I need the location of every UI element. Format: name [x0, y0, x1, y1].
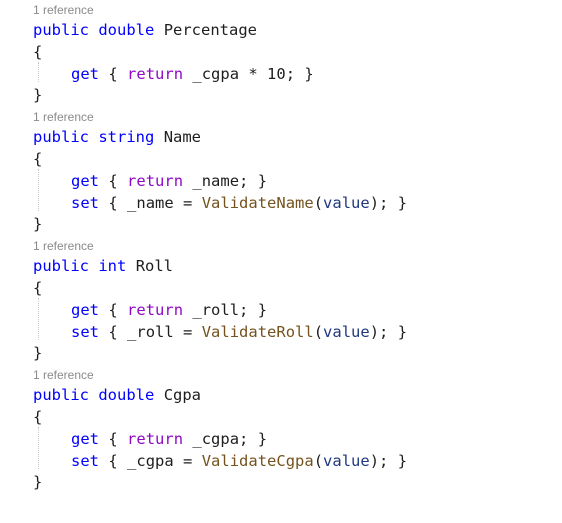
field-assignment: _roll =: [127, 323, 193, 341]
code-line-open-brace: {: [33, 150, 43, 168]
return-keyword: return: [127, 301, 184, 319]
brace: {: [108, 65, 118, 83]
value-parameter: value: [323, 194, 370, 212]
return-keyword: return: [127, 430, 184, 448]
code-line-open-brace: {: [33, 279, 43, 297]
paren: (: [313, 194, 324, 212]
brace: }: [257, 172, 268, 190]
method-name: ValidateCgpa: [201, 452, 314, 470]
codelens-references[interactable]: 1 reference: [33, 110, 94, 124]
code-line-close-brace: }: [33, 215, 43, 233]
indent-guide: [38, 62, 39, 82]
brace: {: [108, 452, 118, 470]
code-line-property-declaration: public string Name: [33, 126, 201, 148]
expression: _roll;: [192, 301, 249, 319]
code-line-close-brace: }: [33, 86, 43, 104]
expression: _cgpa;: [192, 430, 249, 448]
paren: (: [313, 323, 324, 341]
return-keyword: return: [127, 172, 184, 190]
code-line-setter: set { _cgpa = ValidateCgpa(value); }: [71, 450, 407, 472]
indent-guide: [38, 169, 39, 211]
code-line-property-declaration: public int Roll: [33, 255, 173, 277]
code-line-setter: set { _roll = ValidateRoll(value); }: [71, 321, 407, 343]
expression: _cgpa * 10;: [192, 65, 296, 83]
code-line-close-brace: }: [33, 473, 43, 491]
brace: {: [108, 172, 118, 190]
type-keyword: double: [98, 386, 155, 404]
property-name: Roll: [135, 257, 174, 275]
value-parameter: value: [323, 452, 370, 470]
brace: }: [304, 65, 314, 83]
value-parameter: value: [323, 323, 370, 341]
get-keyword: get: [71, 172, 99, 190]
codelens-references[interactable]: 1 reference: [33, 368, 94, 382]
brace: {: [108, 430, 118, 448]
paren: (: [313, 452, 324, 470]
property-name: Percentage: [163, 21, 258, 39]
brace: }: [397, 194, 408, 212]
keyword: public: [33, 21, 89, 39]
code-line-setter: set { _name = ValidateName(value); }: [71, 192, 407, 214]
method-name: ValidateRoll: [201, 323, 314, 341]
field-assignment: _cgpa =: [127, 452, 193, 470]
brace: }: [257, 430, 268, 448]
type-keyword: string: [98, 128, 155, 146]
keyword: public: [33, 257, 89, 275]
brace: }: [397, 323, 408, 341]
paren: );: [369, 452, 389, 470]
expression: _name;: [192, 172, 249, 190]
codelens-references[interactable]: 1 reference: [33, 239, 94, 253]
indent-guide: [38, 298, 39, 340]
method-name: ValidateName: [201, 194, 314, 212]
code-line-open-brace: {: [33, 43, 43, 61]
code-line-open-brace: {: [33, 408, 43, 426]
property-name: Name: [163, 128, 202, 146]
brace: {: [108, 323, 118, 341]
get-keyword: get: [71, 65, 99, 83]
set-keyword: set: [71, 323, 99, 341]
code-line-getter: get { return _name; }: [71, 170, 267, 192]
set-keyword: set: [71, 452, 99, 470]
keyword: public: [33, 386, 89, 404]
code-line-close-brace: }: [33, 344, 43, 362]
property-name: Cgpa: [163, 386, 202, 404]
brace: }: [397, 452, 408, 470]
code-line-property-declaration: public double Cgpa: [33, 384, 201, 406]
field-assignment: _name =: [127, 194, 193, 212]
brace: {: [108, 194, 118, 212]
indent-guide: [38, 427, 39, 469]
code-line-getter: get { return _cgpa; }: [71, 428, 267, 450]
codelens-references[interactable]: 1 reference: [33, 3, 94, 17]
brace: {: [108, 301, 118, 319]
set-keyword: set: [71, 194, 99, 212]
type-keyword: double: [98, 21, 155, 39]
get-keyword: get: [71, 301, 99, 319]
type-keyword: int: [98, 257, 127, 275]
paren: );: [369, 194, 389, 212]
keyword: public: [33, 128, 89, 146]
return-keyword: return: [127, 65, 184, 83]
get-keyword: get: [71, 430, 99, 448]
code-line-getter: get { return _cgpa * 10; }: [71, 63, 314, 85]
brace: }: [257, 301, 268, 319]
code-line-getter: get { return _roll; }: [71, 299, 267, 321]
code-editor[interactable]: 1 reference public double Percentage { g…: [0, 0, 562, 523]
code-line-property-declaration: public double Percentage: [33, 19, 257, 41]
paren: );: [369, 323, 389, 341]
